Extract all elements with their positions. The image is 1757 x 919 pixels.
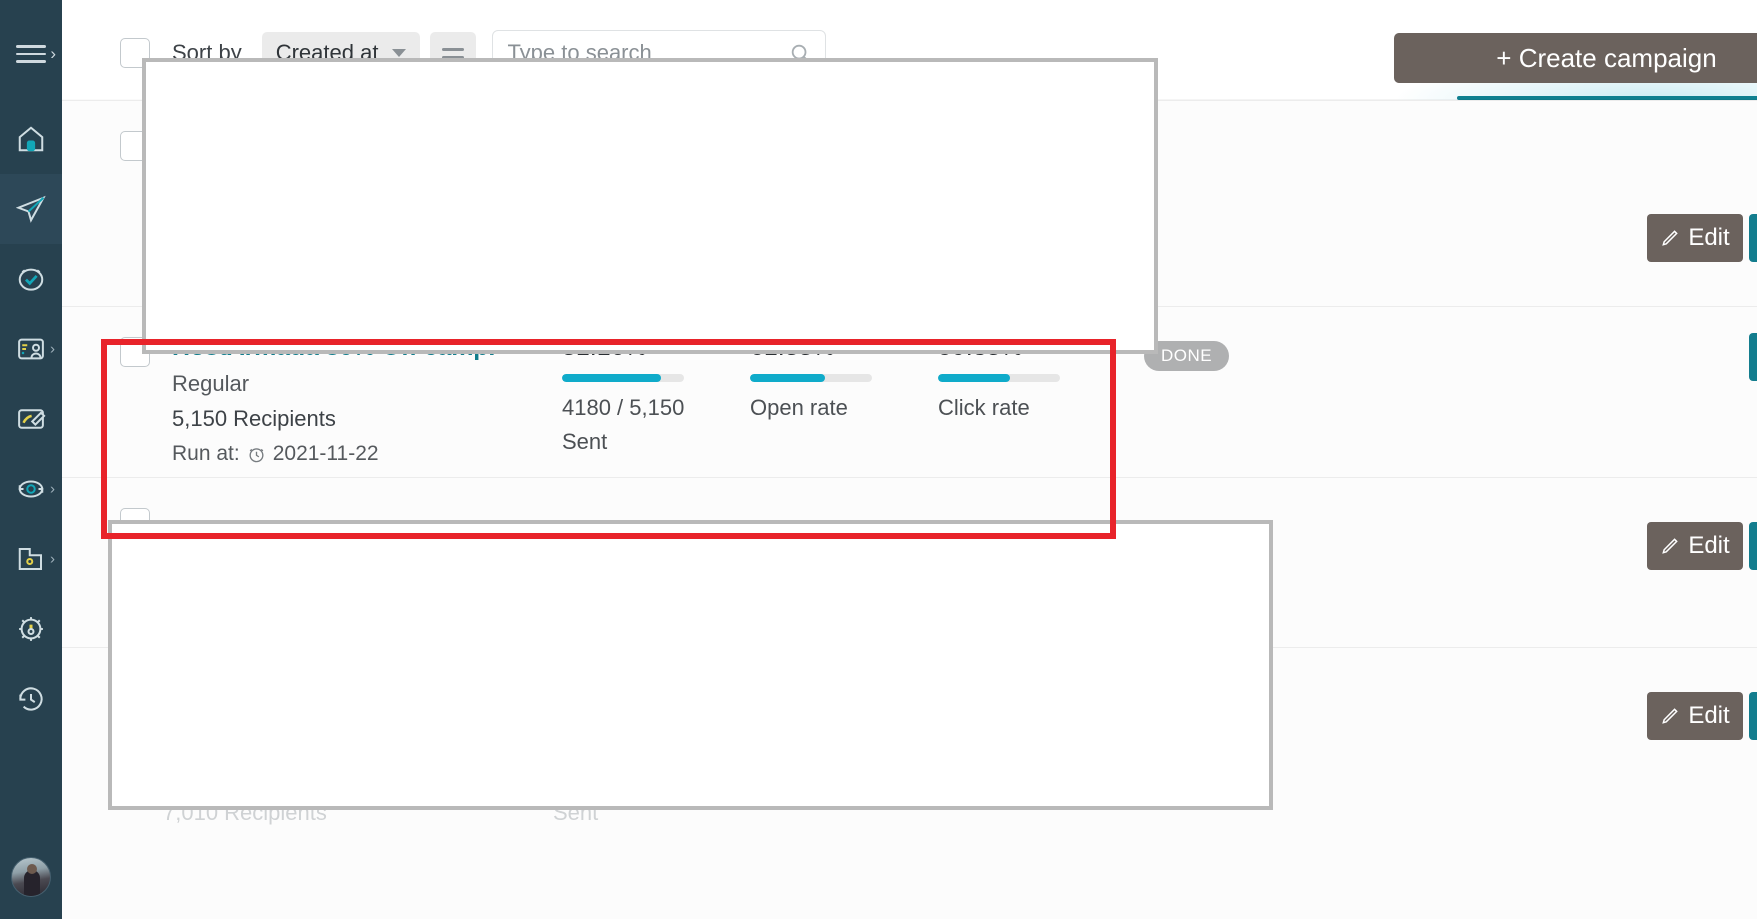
chevron-right-icon: ›: [50, 550, 55, 568]
home-icon: [16, 124, 46, 154]
sidebar-item-templates[interactable]: [0, 384, 62, 454]
statistics-button[interactable]: Statistics: [1749, 522, 1757, 570]
sidebar-item-history[interactable]: [0, 664, 62, 734]
status-badge-wrap: DONE: [1144, 333, 1334, 371]
sidebar-item-contacts[interactable]: ›: [0, 314, 62, 384]
chevron-right-icon: ›: [50, 44, 56, 63]
sidebar-item-settings[interactable]: [0, 594, 62, 664]
row-actions: Statistics: [1749, 333, 1757, 381]
sidebar-item-automations[interactable]: ›: [0, 454, 62, 524]
clock-icon: [247, 445, 266, 464]
metric-sublabel: Sent: [562, 429, 608, 454]
edit-button[interactable]: Edit: [1647, 692, 1743, 740]
automation-refresh-icon: [16, 474, 46, 504]
edit-button-label: Edit: [1688, 702, 1730, 729]
metric-label: 4180 / 5,150: [562, 395, 685, 420]
design-brush-icon: [16, 404, 46, 434]
history-clock-icon: [16, 684, 46, 714]
sidebar-item-home[interactable]: [0, 104, 62, 174]
check-circle-icon: [16, 264, 46, 294]
overlay-panel-bottom: [108, 520, 1273, 810]
chevron-down-icon: [392, 49, 407, 57]
contact-card-icon: [16, 334, 46, 364]
screenshot-artifact-top-strip: [132, 0, 1422, 14]
row-actions: Edit Statistics: [1647, 214, 1757, 262]
campaign-recipients: 5,150 Recipients: [172, 406, 336, 431]
chevron-right-icon: ›: [50, 340, 55, 358]
run-at-label: Run at:: [172, 442, 240, 465]
sidebar: › › › ›: [0, 0, 62, 919]
progress-bar: [750, 374, 872, 382]
edit-button[interactable]: Edit: [1647, 522, 1743, 570]
row-actions: Edit Statistics: [1647, 692, 1757, 740]
sidebar-item-verification[interactable]: [0, 244, 62, 314]
run-at-date: 2021-11-22: [272, 442, 379, 465]
progress-bar: [562, 374, 684, 382]
statistics-button[interactable]: Statistics: [1749, 214, 1757, 262]
row-actions: Edit Statistics: [1647, 522, 1757, 570]
pencil-icon: [1660, 536, 1680, 556]
statistics-button[interactable]: Statistics: [1749, 333, 1757, 381]
user-avatar[interactable]: [11, 857, 51, 897]
menu-toggle-button[interactable]: ›: [0, 22, 62, 86]
statistics-button[interactable]: Statistics: [1749, 692, 1757, 740]
status-badge-wrap: [624, 504, 814, 510]
overlay-panel-top: [142, 58, 1158, 354]
sidebar-item-forms[interactable]: ›: [0, 524, 62, 594]
forms-icon: [16, 544, 46, 574]
chevron-right-icon: ›: [50, 480, 55, 498]
pencil-icon: [1660, 228, 1680, 248]
edit-button-label: Edit: [1688, 532, 1730, 559]
hamburger-icon: [16, 40, 46, 68]
settings-gear-icon: [16, 614, 46, 644]
sidebar-item-campaigns[interactable]: [0, 174, 62, 244]
paper-plane-icon: [16, 194, 46, 224]
campaign-run-at: Run at: 2021-11-22: [172, 442, 552, 466]
progress-bar: [938, 374, 1060, 382]
app-root: › › › › Sort by Created at Type to searc…: [0, 0, 1757, 919]
metric-label: Open rate: [750, 395, 848, 420]
pencil-icon: [1660, 706, 1680, 726]
campaign-type: Regular: [172, 371, 250, 396]
metric-label: Click rate: [938, 395, 1030, 420]
sort-lines-icon: [442, 47, 465, 59]
edit-button[interactable]: Edit: [1647, 214, 1743, 262]
edit-button-label: Edit: [1688, 224, 1730, 251]
create-campaign-button[interactable]: + Create campaign: [1394, 33, 1757, 83]
